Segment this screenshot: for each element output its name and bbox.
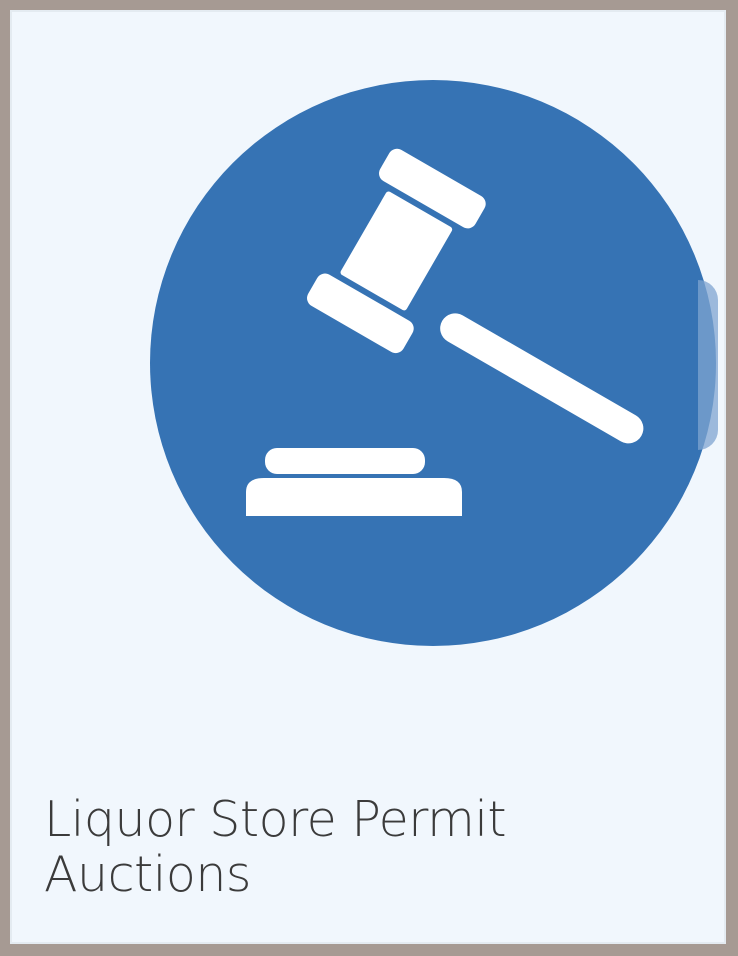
tile-title-line-1: Liquor Store Permit <box>44 791 507 848</box>
tile-title-line-2: Auctions <box>44 846 251 903</box>
tile-title: Liquor Store Permit Auctions <box>44 792 704 902</box>
gavel-icon <box>246 148 644 516</box>
tile-frame: Liquor Store Permit Auctions <box>0 0 738 956</box>
liquor-store-permit-auctions-tile[interactable]: Liquor Store Permit Auctions <box>10 10 726 944</box>
